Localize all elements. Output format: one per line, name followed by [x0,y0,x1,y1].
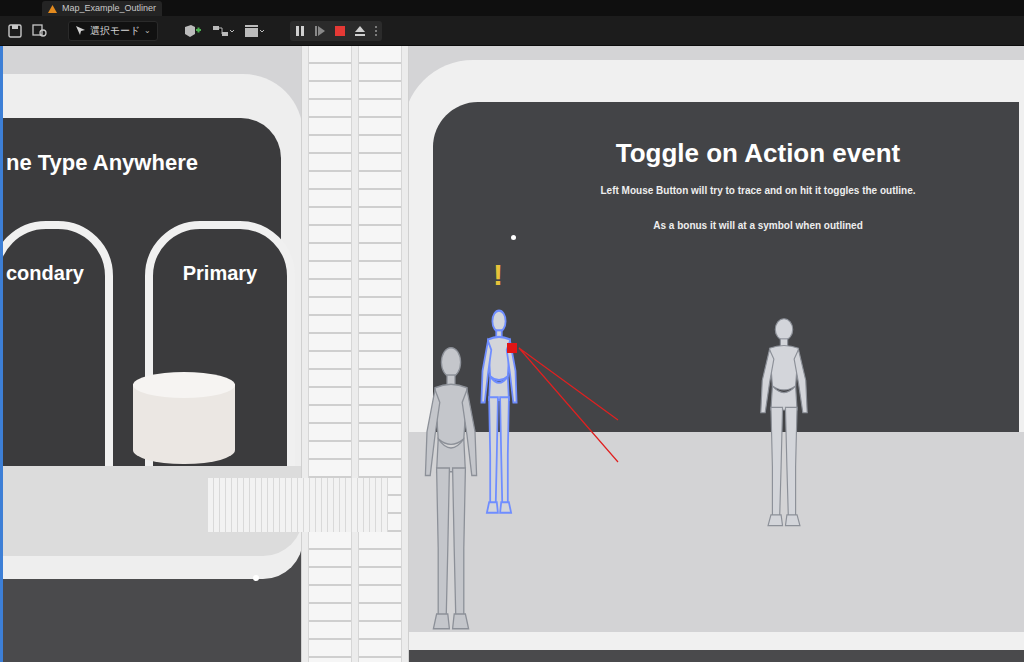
pause-icon[interactable] [294,25,306,37]
play-controls [290,21,382,41]
left-heading: ne Type Anywhere [6,146,198,179]
primary-label: Primary [153,258,287,288]
mannequin[interactable] [477,308,521,518]
floor-grate [208,478,388,532]
secondary-arch [0,221,113,476]
tab-title: Map_Example_Outliner [62,4,156,13]
trace-lines [3,46,1024,662]
hit-marker [507,343,517,353]
blueprint-icon[interactable] [212,24,234,38]
level-tab[interactable]: Map_Example_Outliner [42,1,162,16]
light-dot [511,235,516,240]
chevron-icon: ⌄ [144,25,151,37]
alert-symbol: ! [493,252,503,297]
save-icon[interactable] [8,24,22,38]
sign-line: Left Mouse Button will try to trace and … [601,183,916,198]
light-dot [253,575,259,581]
mode-dropdown[interactable]: 選択モード ⌄ [68,21,158,41]
cinematics-icon[interactable] [244,24,266,38]
level-icon [48,5,57,13]
content-browser-icon[interactable] [32,24,48,38]
viewport[interactable]: ne Type Anywhere condary Primary Toggle … [0,46,1024,662]
stop-icon[interactable] [334,25,346,37]
cylinder-top [133,372,235,398]
sign-heading: Toggle on Action event [616,134,901,173]
eject-icon[interactable] [354,25,366,37]
sign-line: As a bonus it will at a symbol when outl… [653,218,862,233]
mode-label: 選択モード [90,23,140,38]
secondary-label: condary [6,258,84,288]
mannequin[interactable] [755,316,813,531]
sign: Toggle on Action event Left Mouse Button… [483,134,1024,233]
select-mode-icon [75,25,86,36]
add-actor-icon[interactable] [182,24,202,38]
step-icon[interactable] [314,25,326,37]
more-icon[interactable] [374,25,378,37]
pillar [301,46,409,662]
mannequin[interactable] [419,344,483,636]
